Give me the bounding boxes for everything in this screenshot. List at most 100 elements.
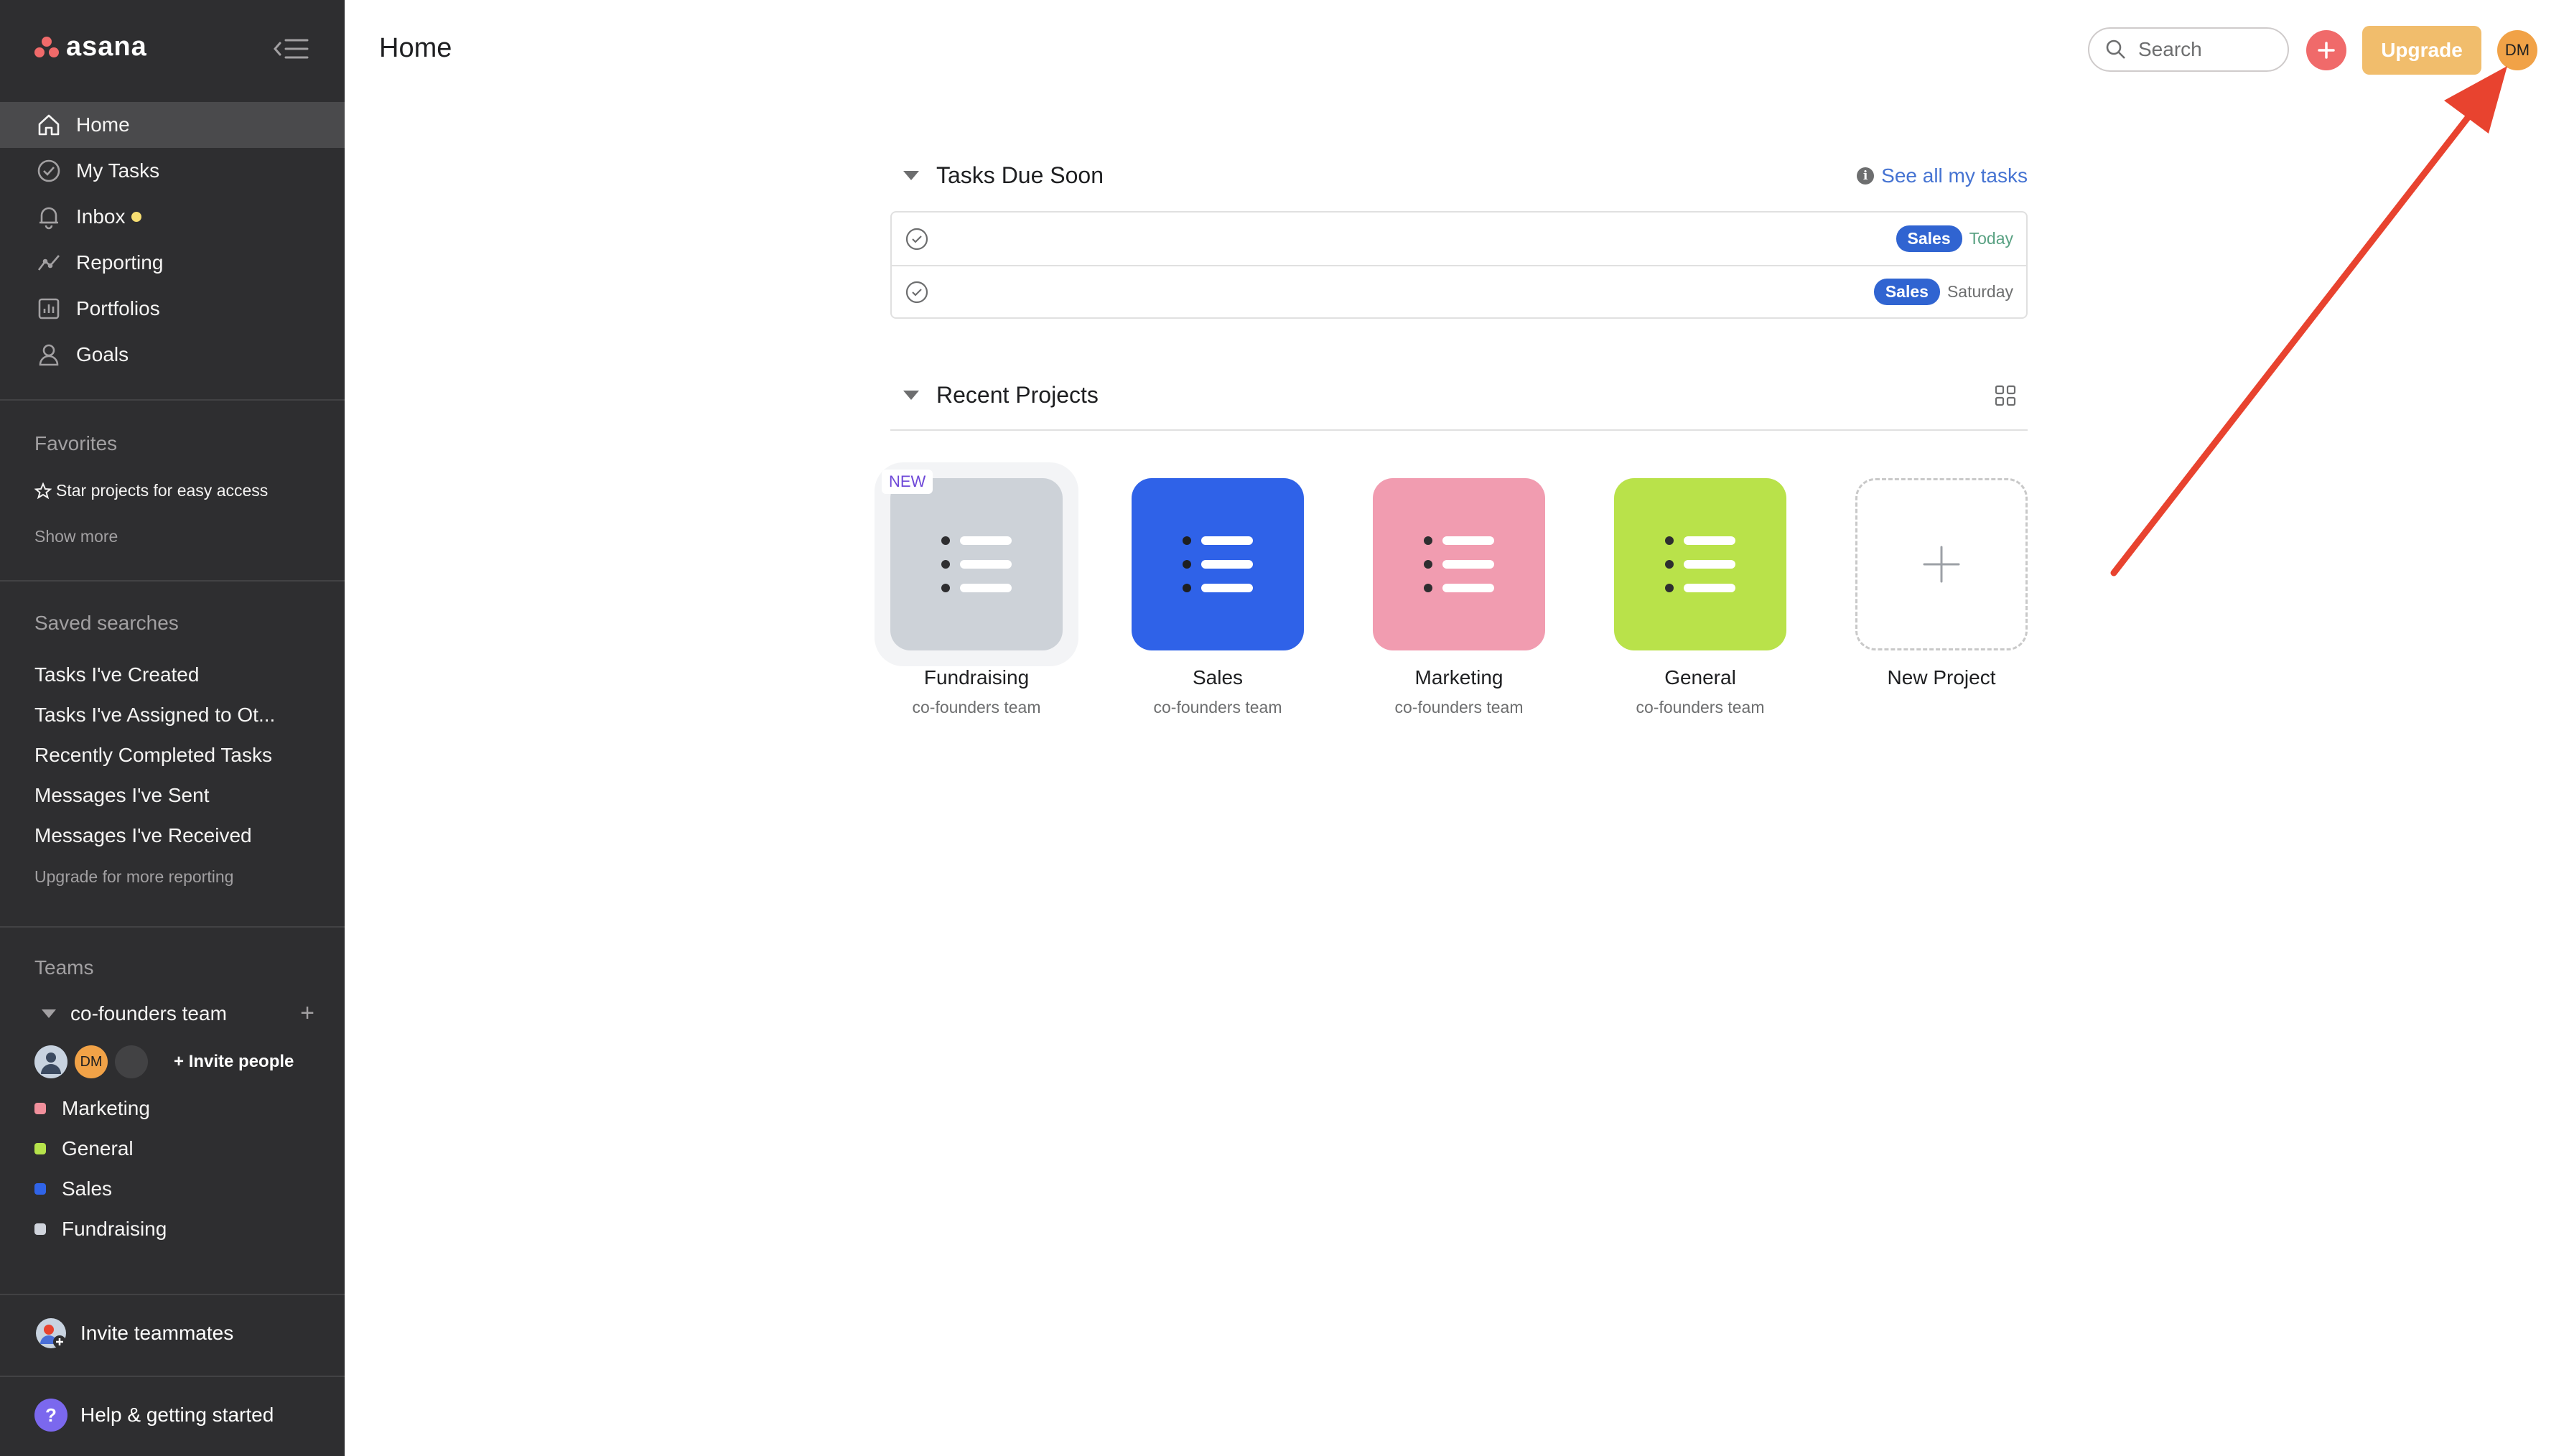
saved-search-item[interactable]: Messages I've Sent [34,775,322,816]
quick-add-button[interactable] [2306,30,2346,70]
project-color-swatch [34,1103,46,1114]
project-tile-sales[interactable]: Sales co-founders team [1132,478,1304,717]
sidebar-item-home[interactable]: Home [0,102,345,148]
task-row[interactable]: Sales Saturday [892,265,2026,317]
sidebar: asana Home My Tasks Inbox Reporting Port… [0,0,345,1456]
project-color-swatch [34,1143,46,1154]
asana-logo-icon [34,36,59,58]
task-complete-checkbox-icon[interactable] [905,227,929,251]
upgrade-reporting-link[interactable]: Upgrade for more reporting [34,867,233,887]
invite-teammates-label: Invite teammates [80,1322,234,1344]
caret-down-icon[interactable] [903,391,919,400]
project-name: General [1664,666,1736,689]
tasks-due-soon-header: Tasks Due Soon i See all my tasks [890,162,2028,189]
sidebar-item-my-tasks[interactable]: My Tasks [0,148,345,194]
collapse-sidebar-icon[interactable] [273,34,310,63]
sidebar-project-marketing[interactable]: Marketing [34,1088,167,1129]
team-project-list: Marketing General Sales Fundraising [34,1088,167,1249]
recent-projects-grid: NEW Fundraising co-founders team Sales c… [875,462,2039,737]
new-project-button[interactable] [1855,478,2028,650]
member-avatar-empty[interactable] [115,1045,148,1078]
task-complete-checkbox-icon[interactable] [905,280,929,304]
sidebar-item-label: Home [76,113,130,136]
project-list-icon [1614,478,1786,650]
page-title: Home [379,33,452,63]
bell-icon [39,207,58,230]
sidebar-item-portfolios[interactable]: Portfolios [0,286,345,332]
sidebar-project-fundraising[interactable]: Fundraising [34,1209,167,1249]
project-list-icon [890,478,1063,650]
project-name: Fundraising [923,666,1030,689]
project-tag[interactable]: Sales [1896,225,1962,252]
task-row[interactable]: Sales Today [892,213,2026,265]
show-more-link[interactable]: Show more [34,527,118,546]
project-team: co-founders team [1153,698,1282,717]
saved-searches-list: Tasks I've Created Tasks I've Assigned t… [34,655,322,856]
grid-view-icon[interactable] [1993,383,2018,408]
person-photo-icon [34,1045,67,1078]
member-avatar-dm[interactable]: DM [75,1045,108,1078]
section-divider [890,429,2028,431]
sidebar-item-label: Reporting [76,251,164,274]
invite-people-button[interactable]: + Invite people [174,1052,294,1072]
team-members: DM + Invite people [34,1045,294,1078]
saved-search-item[interactable]: Messages I've Received [34,816,322,856]
teams-title: Teams [34,956,94,979]
team-row-co-founders[interactable]: co-founders team + [34,999,314,1027]
caret-down-icon[interactable] [42,1009,56,1018]
project-team: co-founders team [912,698,1041,717]
sidebar-nav: Home My Tasks Inbox Reporting Portfolios… [0,102,345,378]
new-badge: NEW [882,470,933,494]
add-project-icon[interactable]: + [300,999,314,1027]
help-getting-started-button[interactable]: ? Help & getting started [34,1399,274,1432]
new-project-tile[interactable]: New Project [1855,478,2028,689]
sidebar-divider [0,399,345,401]
project-tag[interactable]: Sales [1873,279,1940,305]
team-name: co-founders team [70,1002,227,1025]
sidebar-item-goals[interactable]: Goals [0,332,345,378]
sidebar-item-label: Goals [76,343,129,365]
sidebar-divider [0,1376,345,1377]
due-date: Saturday [1946,282,2013,301]
sidebar-item-inbox[interactable]: Inbox [0,194,345,240]
saved-search-item[interactable]: Tasks I've Created [34,655,322,695]
project-tile-general[interactable]: General co-founders team [1614,478,1786,717]
saved-searches-title: Saved searches [34,612,179,634]
help-label: Help & getting started [80,1404,274,1426]
user-avatar[interactable]: DM [2497,30,2537,70]
sidebar-item-reporting[interactable]: Reporting [0,240,345,286]
project-list-icon [1132,478,1304,650]
search-input[interactable]: Search [2088,27,2289,72]
see-all-tasks-link[interactable]: i See all my tasks [1857,164,2028,187]
project-name: Sales [1192,666,1244,689]
saved-search-item[interactable]: Tasks I've Assigned to Ot... [34,695,322,735]
invite-teammates-icon [34,1317,67,1350]
member-avatar-photo[interactable] [34,1045,67,1078]
saved-search-item[interactable]: Recently Completed Tasks [34,735,322,775]
project-color-swatch [34,1223,46,1235]
widget-title: Recent Projects [936,382,1099,408]
home-icon [38,114,60,136]
check-circle-icon [37,159,60,182]
project-tile-fundraising[interactable]: NEW Fundraising co-founders team [875,462,1078,717]
upgrade-button[interactable]: Upgrade [2362,26,2481,75]
favorites-hint-text: Star projects for easy access [56,481,269,500]
plus-icon [2318,42,2335,59]
unread-dot [131,212,141,222]
asana-logo[interactable]: asana [34,32,147,62]
favorites-hint: Star projects for easy access [34,481,268,500]
search-icon [2106,39,2125,59]
widget-title: Tasks Due Soon [936,162,1104,188]
project-color-swatch [34,1183,46,1195]
caret-down-icon[interactable] [903,171,919,180]
sidebar-project-general[interactable]: General [34,1129,167,1169]
project-team: co-founders team [1636,698,1765,717]
sidebar-project-sales[interactable]: Sales [34,1169,167,1209]
sidebar-divider [0,926,345,928]
invite-teammates-button[interactable]: Invite teammates [34,1317,233,1350]
project-tile-marketing[interactable]: Marketing co-founders team [1373,478,1545,717]
person-icon [39,344,59,366]
help-icon: ? [34,1399,67,1432]
star-icon [34,482,52,499]
tasks-due-list: Sales Today Sales Saturday [890,211,2028,319]
